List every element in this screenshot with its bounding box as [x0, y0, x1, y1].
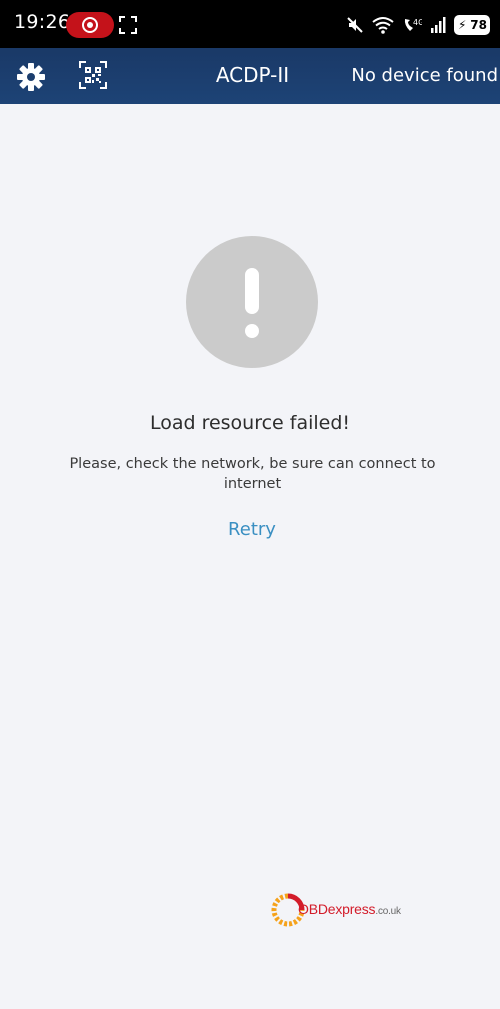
screen-record-indicator[interactable] — [66, 12, 114, 38]
qr-scan-icon[interactable] — [79, 61, 107, 89]
svg-text:4G: 4G — [413, 18, 422, 27]
charging-icon: ⚡ — [458, 18, 467, 32]
wifi-icon — [372, 17, 394, 34]
watermark-brand: OBDexpress — [298, 901, 376, 917]
error-title: Load resource failed! — [149, 412, 351, 434]
watermark: OBDexpress.co.uk — [270, 892, 430, 928]
status-time: 19:26 — [14, 11, 71, 33]
watermark-text: OBDexpress.co.uk — [298, 901, 401, 917]
watermark-domain: .co.uk — [375, 906, 401, 917]
battery-indicator: ⚡ 78 — [454, 15, 490, 35]
device-status-label[interactable]: No device found — [351, 65, 498, 86]
signal-icon — [431, 17, 446, 33]
app-header: ACDP-II No device found — [0, 48, 500, 104]
error-exclamation-icon — [186, 236, 318, 368]
fullscreen-icon[interactable] — [119, 16, 137, 34]
mute-icon — [347, 17, 363, 33]
retry-button[interactable]: Retry — [200, 519, 304, 540]
status-icons: 4G ⚡ 78 — [346, 13, 490, 37]
volte-icon: 4G — [404, 18, 422, 31]
app-screen: 19:26 4G ⚡ 78 ACDP-II No device found Lo… — [0, 0, 500, 1009]
error-message: Please, check the network, be sure can c… — [69, 456, 436, 492]
app-title: ACDP-II — [215, 63, 290, 87]
status-bar: 19:26 4G ⚡ 78 — [0, 0, 500, 48]
battery-level: 78 — [470, 18, 487, 32]
settings-gear-icon[interactable] — [15, 61, 47, 93]
